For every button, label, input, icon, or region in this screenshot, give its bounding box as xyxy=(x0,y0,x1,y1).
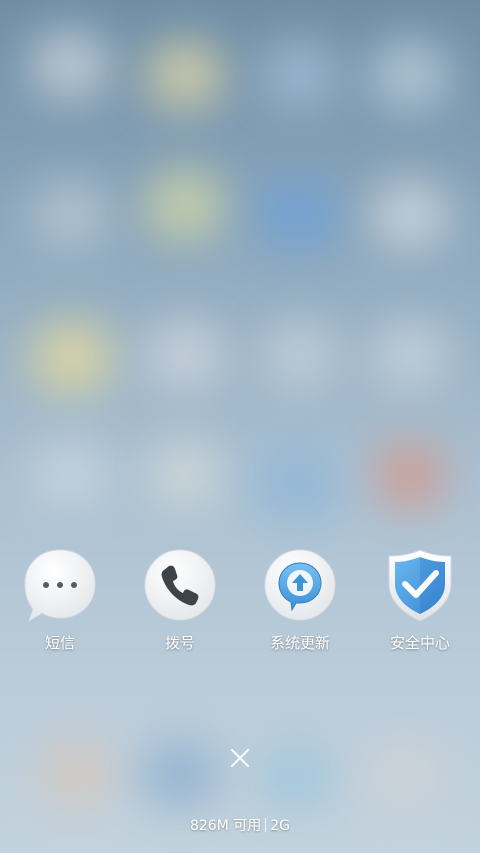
recent-app-dialer[interactable]: 拨号 xyxy=(120,548,240,658)
recent-apps-row: 短信 拨号 系统更新 安全中心 xyxy=(0,548,480,658)
security-shield-icon xyxy=(388,549,452,622)
message-bubble-icon xyxy=(24,549,96,622)
blurred-wallpaper xyxy=(0,0,480,853)
recent-app-security-center[interactable]: 安全中心 xyxy=(360,548,480,658)
system-update-icon xyxy=(264,549,336,621)
memory-status: 826M 可用 2G xyxy=(0,815,480,835)
close-icon[interactable] xyxy=(222,740,258,776)
network-type-text: 2G xyxy=(270,818,291,834)
memory-available-text: 826M 可用 xyxy=(189,818,262,834)
recent-app-label: 拨号 xyxy=(164,634,195,652)
recent-app-label: 系统更新 xyxy=(269,634,330,652)
phone-icon xyxy=(144,549,216,621)
recent-app-messages[interactable]: 短信 xyxy=(0,548,120,658)
status-divider xyxy=(265,818,267,832)
recent-app-label: 安全中心 xyxy=(389,634,450,652)
recent-app-system-update[interactable]: 系统更新 xyxy=(240,548,360,658)
recent-app-label: 短信 xyxy=(44,634,75,652)
